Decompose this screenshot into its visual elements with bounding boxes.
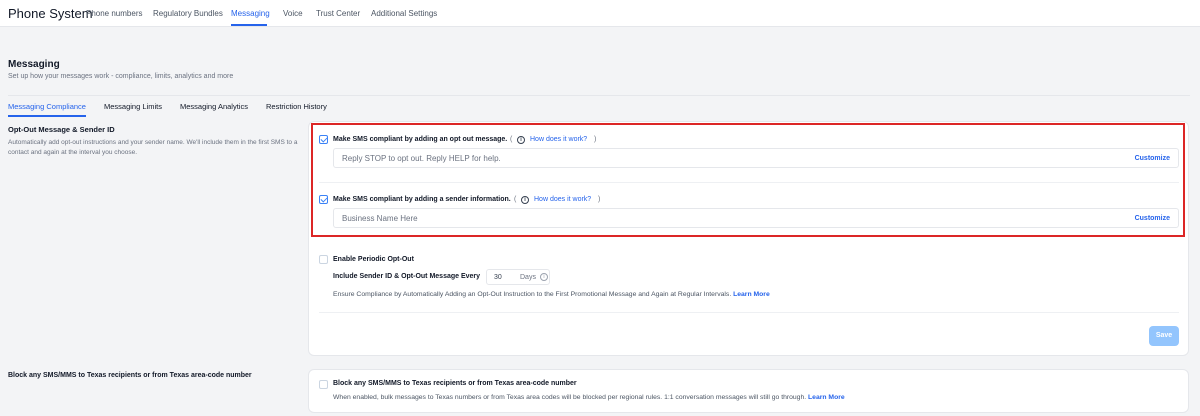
tab-phone-numbers[interactable]: Phone numbers	[86, 9, 142, 18]
texas-description: When enabled, bulk messages to Texas num…	[333, 394, 845, 401]
subtab-messaging-limits[interactable]: Messaging Limits	[104, 102, 162, 111]
texas-card	[308, 369, 1189, 413]
periodic-learn-more-link[interactable]: Learn More	[733, 291, 770, 298]
top-nav: Phone System Phone numbers Regulatory Bu…	[0, 0, 1200, 27]
periodic-optout-description: Ensure Compliance by Automatically Addin…	[333, 291, 770, 298]
info-icon[interactable]: i	[540, 273, 548, 281]
save-button[interactable]: Save	[1149, 326, 1179, 346]
texas-section-title: Block any SMS/MMS to Texas recipients or…	[8, 372, 252, 379]
subtab-messaging-compliance[interactable]: Messaging Compliance	[8, 102, 86, 111]
periodic-description-text: Ensure Compliance by Automatically Addin…	[333, 291, 732, 298]
subtab-messaging-analytics[interactable]: Messaging Analytics	[180, 102, 248, 111]
page-subtitle: Set up how your messages work - complian…	[8, 73, 234, 80]
texas-block-label: Block any SMS/MMS to Texas recipients or…	[333, 380, 577, 387]
tab-voice[interactable]: Voice	[283, 9, 303, 18]
tab-additional-settings[interactable]: Additional Settings	[371, 9, 437, 18]
interval-label: Include Sender ID & Opt-Out Message Ever…	[333, 273, 481, 280]
optout-section-title: Opt-Out Message & Sender ID	[8, 125, 115, 134]
save-divider	[319, 312, 1179, 313]
tab-messaging[interactable]: Messaging	[231, 9, 270, 18]
texas-description-text: When enabled, bulk messages to Texas num…	[333, 394, 807, 401]
interval-value: 30	[494, 274, 502, 281]
active-tab-indicator	[231, 24, 267, 26]
tab-regulatory-bundles[interactable]: Regulatory Bundles	[153, 9, 223, 18]
texas-learn-more-link[interactable]: Learn More	[808, 394, 845, 401]
interval-input[interactable]: 30 Days i	[486, 269, 550, 285]
page-title: Messaging	[8, 59, 60, 70]
header-divider	[8, 95, 1190, 96]
periodic-optout-label: Enable Periodic Opt-Out	[333, 256, 414, 263]
texas-block-checkbox[interactable]	[319, 380, 328, 389]
tab-trust-center[interactable]: Trust Center	[316, 9, 360, 18]
periodic-optout-checkbox[interactable]	[319, 255, 328, 264]
highlight-frame	[311, 123, 1185, 237]
app-title: Phone System	[8, 6, 93, 21]
subtab-restriction-history[interactable]: Restriction History	[266, 102, 327, 111]
active-subtab-indicator	[8, 115, 86, 117]
optout-section-description: Automatically add opt-out instructions a…	[8, 139, 298, 156]
interval-unit: Days	[520, 274, 536, 281]
